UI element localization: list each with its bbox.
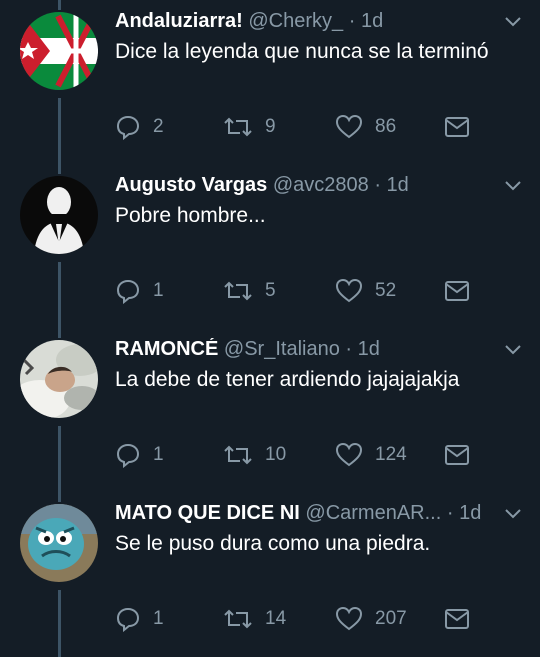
retweet-count: 9 [265, 116, 276, 137]
retweet-count: 5 [265, 280, 276, 301]
reply-button[interactable]: 1 [115, 278, 164, 304]
tweet-actions: 2 9 86 [115, 114, 475, 142]
tweet-actions: 1 5 52 [115, 278, 475, 306]
heart-icon [335, 606, 363, 631]
heart-icon [335, 114, 363, 139]
reply-button[interactable]: 1 [115, 606, 164, 632]
tweet-text: Dice la leyenda que nunca se la terminó [115, 40, 489, 63]
user-handle[interactable]: @Sr_Italiano [224, 338, 340, 360]
tweet-header: RAMONCÉ @Sr_Italiano · 1d [115, 338, 500, 361]
separator: · [374, 174, 381, 196]
tweet-thread: Andaluziarra! @Cherky_ · 1d Dice la leye… [0, 0, 540, 657]
like-count: 207 [375, 608, 407, 629]
tweet[interactable]: Andaluziarra! @Cherky_ · 1d Dice la leye… [0, 0, 540, 164]
person-lying-avatar[interactable] [20, 340, 98, 418]
direct-message-button[interactable] [443, 442, 483, 468]
envelope-icon [445, 445, 469, 465]
like-button[interactable]: 52 [335, 278, 396, 304]
tweet-text: La debe de tener ardiendo jajajajakja [115, 368, 460, 391]
user-name[interactable]: RAMONCÉ [115, 338, 218, 360]
chevron-down-icon[interactable] [504, 180, 522, 192]
reply-button[interactable]: 1 [115, 442, 164, 468]
reply-button[interactable]: 2 [115, 114, 164, 140]
chevron-down-icon[interactable] [504, 16, 522, 28]
tweet[interactable]: Augusto Vargas @avc2808 · 1d Pobre hombr… [0, 164, 540, 328]
separator: · [446, 502, 454, 524]
separator: · [345, 338, 353, 360]
user-handle[interactable]: @CarmenAR... [305, 502, 441, 524]
envelope-icon [445, 281, 469, 301]
timestamp[interactable]: 1d [459, 502, 481, 524]
like-count: 52 [375, 280, 397, 301]
retweet-icon [224, 281, 252, 301]
retweet-icon [224, 117, 252, 137]
user-name[interactable]: Augusto Vargas [115, 174, 267, 196]
like-button[interactable]: 207 [335, 606, 407, 632]
envelope-icon [445, 609, 469, 629]
timestamp[interactable]: 1d [361, 10, 383, 32]
reply-icon [116, 443, 140, 468]
tweet[interactable]: RAMONCÉ @Sr_Italiano · 1d La debe de ten… [0, 328, 540, 492]
reply-icon [116, 115, 140, 140]
heart-icon [335, 442, 363, 467]
reply-count: 1 [153, 280, 164, 301]
timestamp[interactable]: 1d [358, 338, 380, 360]
reply-count: 1 [153, 444, 164, 465]
reply-count: 1 [153, 608, 164, 629]
retweet-button[interactable]: 9 [223, 114, 276, 140]
reply-icon [116, 279, 140, 304]
direct-message-button[interactable] [443, 606, 483, 632]
user-handle[interactable]: @avc2808 [273, 174, 369, 196]
tweet-actions: 1 14 207 [115, 606, 475, 634]
heart-icon [335, 278, 363, 303]
user-name[interactable]: MATO QUE DICE NI [115, 502, 300, 524]
user-handle[interactable]: @Cherky_ [248, 10, 343, 32]
flag-avatar[interactable] [20, 12, 98, 90]
reply-count: 2 [153, 116, 164, 137]
chevron-down-icon[interactable] [504, 508, 522, 520]
user-name[interactable]: Andaluziarra! [115, 10, 243, 32]
tweet-header: Andaluziarra! @Cherky_ · 1d [115, 10, 500, 33]
separator: · [348, 10, 356, 32]
retweet-icon [224, 445, 252, 465]
direct-message-button[interactable] [443, 278, 483, 304]
like-count: 124 [375, 444, 407, 465]
timestamp[interactable]: 1d [387, 174, 409, 196]
tweet-text: Se le puso dura como una piedra. [115, 532, 431, 555]
cartoon-character-avatar[interactable] [20, 504, 98, 582]
envelope-icon [445, 117, 469, 137]
retweet-button[interactable]: 5 [223, 278, 276, 304]
retweet-count: 10 [265, 444, 287, 465]
chevron-down-icon[interactable] [504, 344, 522, 356]
like-count: 86 [375, 116, 397, 137]
anonymous-suit-avatar[interactable] [20, 176, 98, 254]
retweet-button[interactable]: 14 [223, 606, 286, 632]
like-button[interactable]: 86 [335, 114, 396, 140]
retweet-icon [224, 609, 252, 629]
tweet-header: Augusto Vargas @avc2808 · 1d [115, 174, 500, 197]
retweet-button[interactable]: 10 [223, 442, 286, 468]
direct-message-button[interactable] [443, 114, 483, 140]
tweet-header: MATO QUE DICE NI @CarmenAR... · 1d [115, 502, 500, 525]
like-button[interactable]: 124 [335, 442, 407, 468]
tweet-actions: 1 10 124 [115, 442, 475, 470]
retweet-count: 14 [265, 608, 287, 629]
tweet-text: Pobre hombre... [115, 204, 266, 227]
tweet[interactable]: MATO QUE DICE NI @CarmenAR... · 1d Se le… [0, 492, 540, 656]
reply-icon [116, 607, 140, 632]
